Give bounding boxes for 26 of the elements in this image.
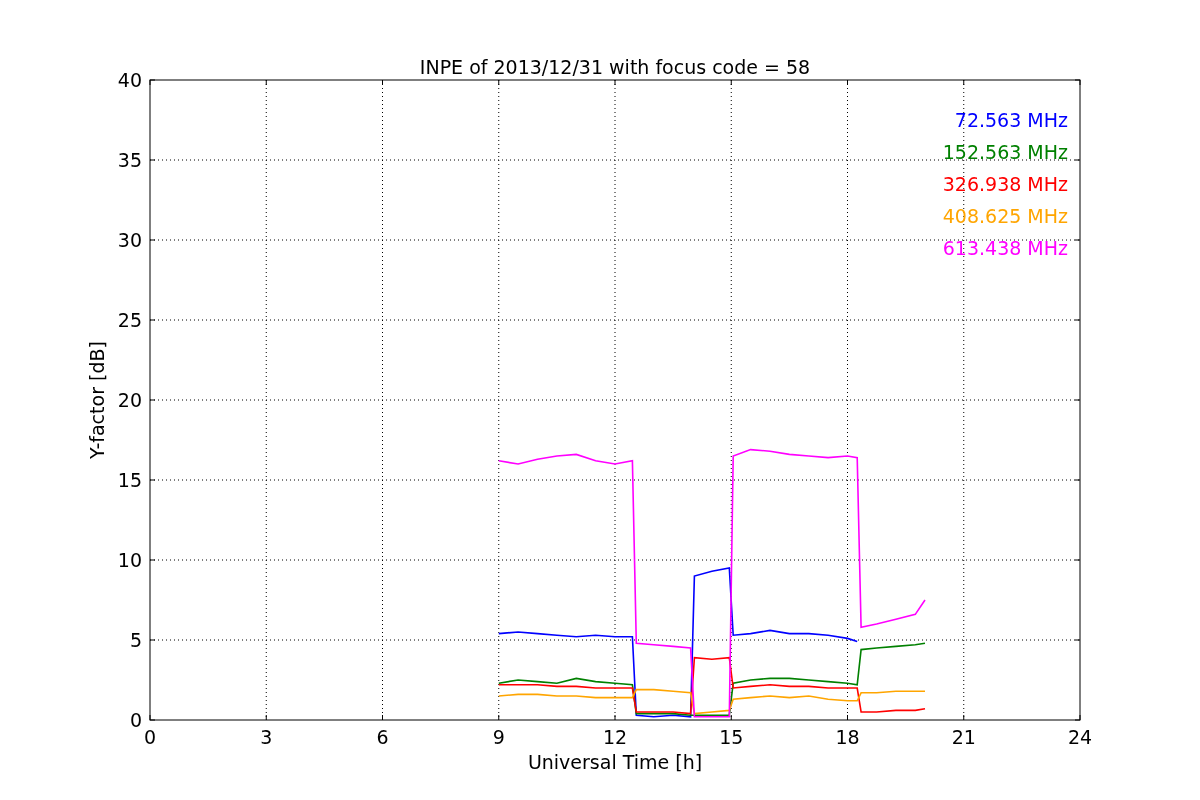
chart-title: INPE of 2013/12/31 with focus code = 58 — [419, 56, 811, 78]
axis-tick-label: 15 — [117, 469, 142, 491]
axis-tick-label: 6 — [376, 726, 389, 748]
axis-tick-label: 9 — [492, 726, 505, 748]
axis-tick-label: 15 — [719, 726, 744, 748]
axis-tick-label: 10 — [117, 549, 142, 571]
axis-tick-label: 18 — [835, 726, 860, 748]
axis-tick-label: 0 — [143, 726, 157, 748]
legend-label: 326.938 MHz — [942, 173, 1068, 195]
axis-tick-label: 0 — [129, 709, 142, 731]
axis-tick-label: 35 — [117, 149, 142, 171]
axis-label: Universal Time [h] — [527, 751, 703, 773]
axis-tick-label: 5 — [129, 629, 142, 651]
axis-tick-label: 12 — [602, 726, 628, 748]
axis-tick-label: 20 — [117, 389, 142, 411]
legend-label: 408.625 MHz — [942, 205, 1068, 227]
axis-tick-label: 30 — [117, 229, 142, 251]
legend-label: 152.563 MHz — [942, 141, 1068, 163]
axis-label: Y-factor [dB] — [86, 341, 108, 459]
legend-label: 72.563 MHz — [954, 109, 1068, 131]
legend-label: 613.438 MHz — [942, 237, 1068, 259]
axis-tick-label: 25 — [117, 309, 142, 331]
axis-tick-label: 3 — [260, 726, 273, 748]
axis-tick-label: 21 — [951, 726, 976, 748]
axis-tick-label: 24 — [1067, 726, 1093, 748]
axis-tick-label: 40 — [117, 69, 142, 91]
